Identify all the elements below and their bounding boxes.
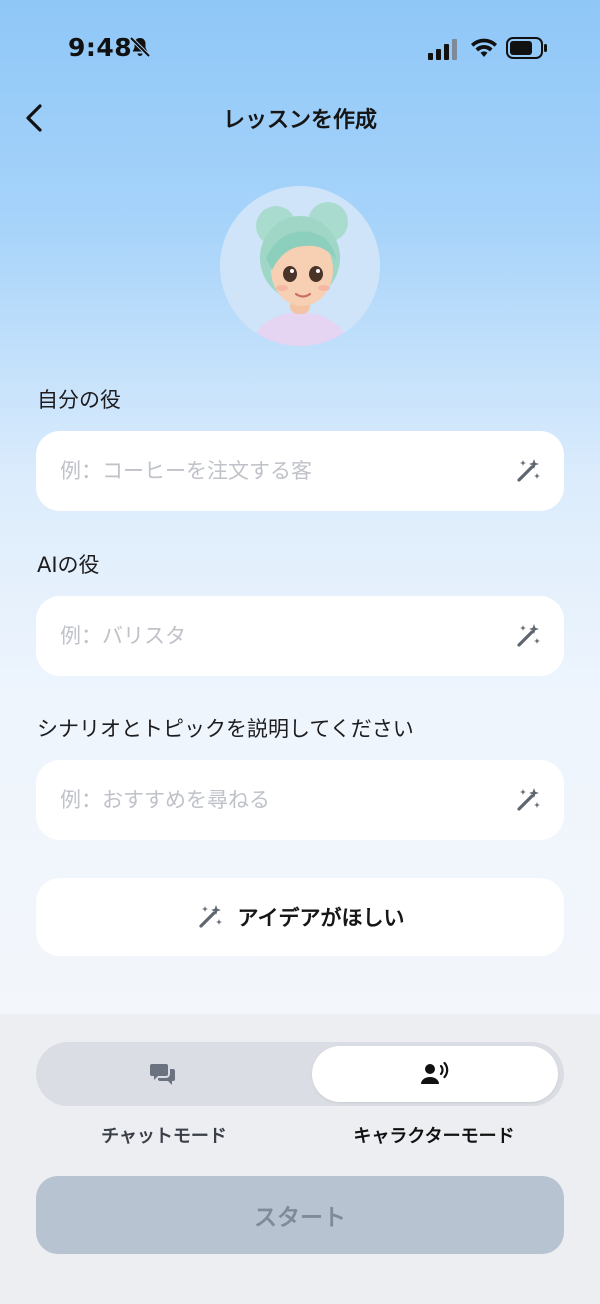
- get-ideas-button[interactable]: アイデアがほしい: [36, 878, 564, 956]
- magic-wand-icon[interactable]: [514, 622, 542, 650]
- speaking-person-icon: [421, 1061, 449, 1084]
- start-button[interactable]: スタート: [36, 1176, 564, 1254]
- page-title: レッスンを作成: [222, 108, 377, 133]
- avatar-illustration: [220, 186, 380, 346]
- self-role-input[interactable]: [58, 458, 514, 484]
- bell-slash-icon: [129, 36, 151, 58]
- signal-icon: [428, 39, 457, 60]
- self-role-field[interactable]: [36, 431, 564, 511]
- character-mode-label[interactable]: キャラクターモード: [302, 1122, 566, 1148]
- self-role-label: 自分の役: [37, 388, 121, 412]
- character-avatar: [220, 186, 380, 346]
- scenario-input[interactable]: [58, 787, 514, 813]
- battery-icon: [506, 37, 547, 59]
- ai-role-field[interactable]: [36, 596, 564, 676]
- chat-mode-option[interactable]: [40, 1046, 286, 1102]
- magic-wand-icon[interactable]: [514, 786, 542, 814]
- ai-role-input[interactable]: [58, 623, 514, 649]
- status-time: 9:48: [68, 33, 133, 62]
- chat-bubbles-icon: [150, 1064, 175, 1085]
- bottom-panel: チャットモード キャラクターモード スタート: [0, 1014, 600, 1304]
- magic-wand-icon[interactable]: [514, 457, 542, 485]
- get-ideas-label: アイデアがほしい: [237, 906, 405, 930]
- magic-wand-icon: [198, 905, 222, 928]
- scenario-label: シナリオとトピックを説明してください: [37, 717, 414, 741]
- character-mode-option[interactable]: [312, 1046, 558, 1102]
- scenario-field[interactable]: [36, 760, 564, 840]
- wifi-icon: [471, 38, 497, 57]
- status-bar: 9:48: [0, 0, 600, 96]
- ai-role-label: AIの役: [37, 553, 100, 577]
- mode-toggle: [36, 1042, 564, 1106]
- chat-mode-label[interactable]: チャットモード: [32, 1122, 296, 1148]
